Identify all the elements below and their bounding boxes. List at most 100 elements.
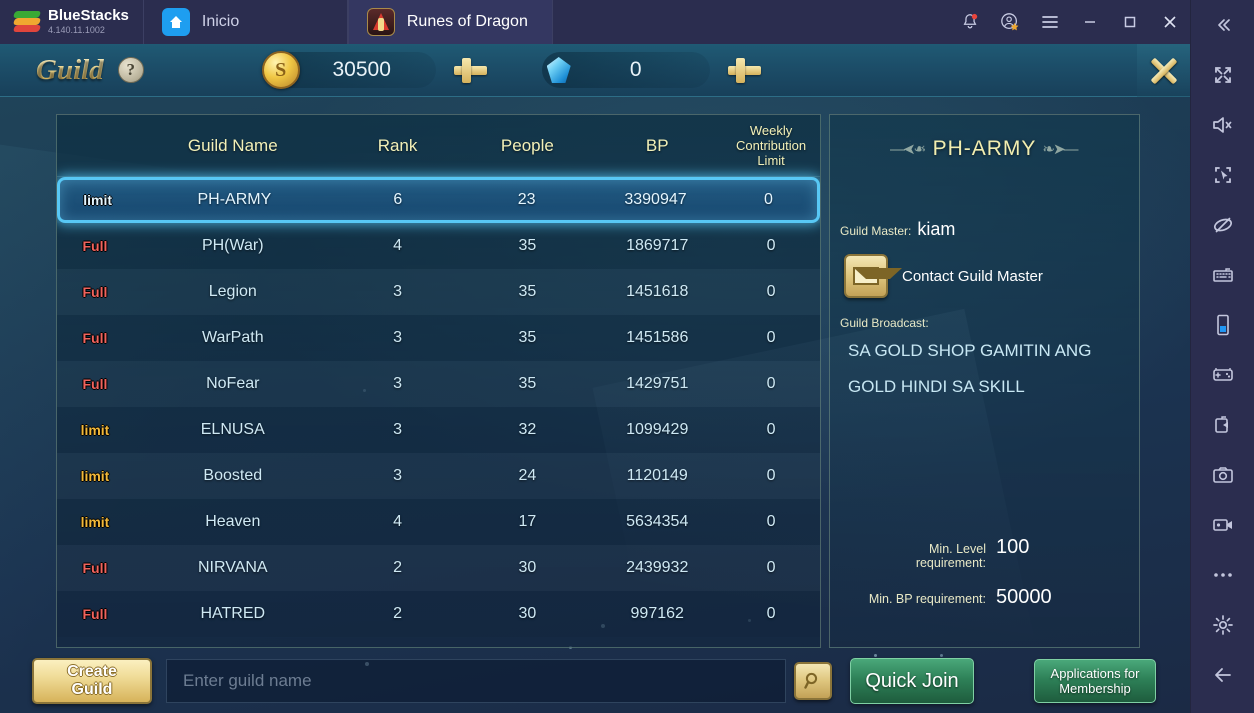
search-input[interactable]: Enter guild name [166, 659, 786, 703]
mute-icon[interactable] [1191, 100, 1254, 150]
min-level-row: Min. Level requirement: 100 [830, 536, 1139, 570]
magnifier-icon[interactable] [794, 662, 832, 700]
blue-gem-icon [542, 53, 576, 87]
row-weekly-contribution: 0 [766, 467, 776, 484]
back-arrow-icon[interactable] [1191, 650, 1254, 700]
row-weekly-contribution: 0 [766, 605, 776, 622]
row-rank: 2 [393, 559, 402, 576]
gamepad-icon[interactable] [1191, 350, 1254, 400]
row-status-tag: limit [80, 468, 110, 484]
detail-guild-name-row: ❧➤— PH-ARMY ❧➤— [830, 137, 1139, 161]
notifications-bell-icon[interactable] [950, 0, 990, 44]
row-guild-name: NIRVANA [197, 559, 268, 576]
gold-coin-icon: S [261, 51, 300, 89]
create-guild-line1: Create [67, 663, 117, 680]
menu-icon[interactable] [1030, 0, 1070, 44]
table-row[interactable]: limit ELNUSA 3 32 1099429 0 [57, 407, 820, 453]
guild-list-panel: Guild Name Rank People BP Weekly Contrib… [56, 114, 821, 648]
row-rank: 4 [393, 237, 402, 254]
row-bp: 1451618 [626, 283, 689, 300]
row-status-tag: limit [80, 422, 110, 438]
collapse-chevrons-icon[interactable] [1191, 0, 1254, 50]
table-row[interactable]: Full HATRED 2 30 997162 0 [57, 591, 820, 637]
game-viewport: Guild ? S 30500 0 Guild Name Rank People… [0, 44, 1190, 713]
row-weekly-contribution: 0 [766, 513, 776, 530]
fullscreen-icon[interactable] [1191, 50, 1254, 100]
table-row[interactable]: Full NoFear 3 35 1429751 0 [57, 361, 820, 407]
gem-amount: 0 [629, 58, 642, 81]
row-people: 24 [518, 467, 537, 484]
bluestacks-logo: BlueStacks 4.140.11.1002 [0, 0, 143, 44]
guild-broadcast-line-1: SA GOLD SHOP GAMITIN ANG [848, 341, 1092, 360]
tab-runes-of-dragon[interactable]: Runes of Dragon [347, 0, 553, 44]
row-guild-name: Legion [208, 283, 257, 300]
settings-gear-icon[interactable] [1191, 600, 1254, 650]
row-status-tag: Full [82, 284, 108, 300]
row-bp: 5634354 [626, 513, 689, 530]
help-question-icon[interactable]: ? [117, 57, 144, 83]
contact-guild-master-label: Contact Guild Master [902, 267, 1043, 285]
row-people: 35 [518, 329, 537, 346]
brand-version: 4.140.11.1002 [48, 25, 105, 35]
brand-name: BlueStacks [48, 7, 129, 24]
table-row[interactable]: Full PH(War) 4 35 1869717 0 [57, 223, 820, 269]
row-weekly-contribution: 0 [766, 283, 776, 300]
row-rank: 2 [393, 605, 402, 622]
row-bp: 1120149 [626, 467, 688, 484]
add-gold-button[interactable] [450, 50, 490, 90]
table-row[interactable]: Full NIRVANA 2 30 2439932 0 [57, 545, 820, 591]
applications-line1: Applications for [1050, 666, 1140, 681]
row-rank: 3 [393, 375, 402, 392]
table-row[interactable]: limit Boosted 3 24 1120149 0 [57, 453, 820, 499]
phone-rotate-icon[interactable] [1191, 300, 1254, 350]
min-bp-row: Min. BP requirement: 50000 [830, 586, 1139, 609]
guild-broadcast-line-2: GOLD HINDI SA SKILL [848, 377, 1025, 396]
create-guild-line2: Guild [71, 681, 113, 698]
row-people: 32 [518, 421, 537, 438]
detail-guild-name: PH-ARMY [932, 137, 1037, 160]
guild-master-label: Guild Master: [840, 224, 912, 238]
create-guild-button[interactable]: Create Guild [32, 658, 152, 704]
row-bp: 1429751 [626, 375, 689, 392]
more-options-icon[interactable] [1191, 550, 1254, 600]
row-weekly-contribution: 0 [766, 329, 776, 346]
maximize-icon[interactable] [1110, 0, 1150, 44]
applications-for-membership-button[interactable]: Applications for Membership [1034, 659, 1156, 703]
row-people: 35 [518, 237, 537, 254]
tab-runes-of-dragon-label: Runes of Dragon [406, 13, 528, 30]
table-row[interactable]: limit Heaven 4 17 5634354 0 [57, 499, 820, 545]
row-people: 30 [518, 559, 537, 576]
minimize-icon[interactable] [1070, 0, 1110, 44]
guild-header-bar: Guild ? S 30500 0 [0, 44, 1190, 97]
record-video-icon[interactable] [1191, 500, 1254, 550]
table-row[interactable]: Full Legion 3 35 1451618 0 [57, 269, 820, 315]
tab-inicio-label: Inicio [201, 13, 240, 30]
envelope-icon[interactable] [844, 254, 902, 298]
cursor-target-icon[interactable] [1191, 150, 1254, 200]
col-guild-name: Guild Name [187, 135, 278, 155]
tab-inicio[interactable]: Inicio [142, 0, 348, 44]
keyboard-icon[interactable] [1191, 250, 1254, 300]
guild-master-name: kiam [917, 219, 956, 239]
row-rank: 3 [393, 421, 402, 438]
add-gem-button[interactable] [724, 50, 764, 90]
table-row[interactable]: Full WarPath 3 35 1451586 0 [57, 315, 820, 361]
close-icon[interactable] [1150, 0, 1190, 44]
row-guild-name: PH(War) [201, 237, 264, 254]
gold-amount: 30500 [332, 58, 391, 81]
table-row[interactable]: limit PH-ARMY 6 23 3390947 0 [57, 177, 820, 223]
screenshot-camera-icon[interactable] [1191, 450, 1254, 500]
multi-instance-icon[interactable] [1191, 400, 1254, 450]
close-screen-icon[interactable] [1137, 44, 1190, 97]
guild-master-row: Guild Master: kiam [840, 219, 1139, 240]
col-weekly-line1: Weekly [749, 123, 793, 138]
row-people: 17 [518, 513, 537, 530]
contact-guild-master-row[interactable]: Contact Guild Master [844, 254, 1139, 298]
row-rank: 3 [393, 467, 402, 484]
row-status-tag: limit [83, 192, 113, 208]
col-bp: BP [645, 135, 669, 155]
quick-join-button[interactable]: Quick Join [850, 658, 974, 704]
account-star-icon[interactable] [990, 0, 1030, 44]
col-people: People [500, 135, 554, 155]
eye-off-icon[interactable] [1191, 200, 1254, 250]
